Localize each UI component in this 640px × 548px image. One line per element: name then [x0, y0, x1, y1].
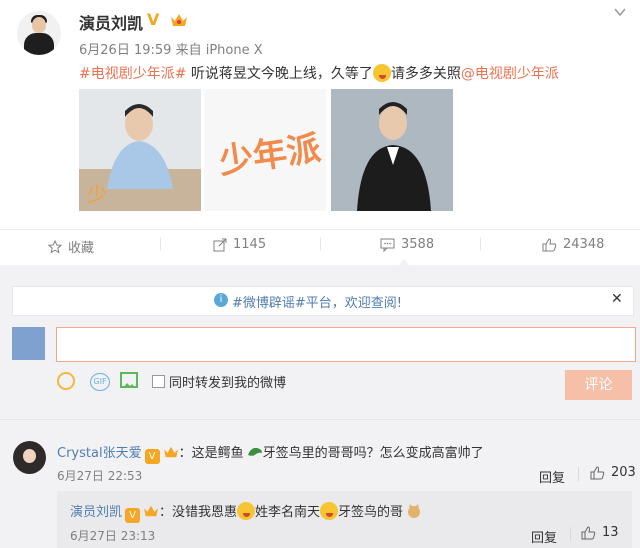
tongue-emoji-icon — [372, 64, 391, 82]
divider — [320, 237, 321, 251]
verified-icon: V — [147, 10, 160, 29]
thumbs-up-icon — [590, 465, 605, 479]
like-count: 24348 — [563, 237, 605, 252]
post-body-2: 请多多关照 — [390, 66, 461, 82]
post-image-1[interactable]: 少 — [79, 89, 201, 211]
repost-count: 1145 — [233, 237, 267, 252]
post-body-1: 听说蒋昱文今晚上线，久等了 — [186, 66, 373, 82]
crown-icon — [144, 505, 159, 517]
comment-like-button[interactable]: 203 — [590, 465, 636, 480]
crocodile-emoji-icon — [247, 447, 262, 456]
author-avatar[interactable] — [17, 11, 61, 55]
divider — [480, 237, 481, 251]
thumbs-up-icon — [542, 237, 557, 251]
post-time[interactable]: 6月26日 19:59 — [79, 43, 171, 58]
divider — [0, 419, 640, 420]
post-image-3[interactable] — [331, 89, 453, 211]
favorite-button[interactable]: 收藏 — [48, 237, 94, 256]
comment-time: 6月27日 22:53 — [57, 469, 143, 483]
comment-like-count: 203 — [611, 465, 636, 480]
rumor-notice-link[interactable]: #微博辟谣#平台，欢迎查阅! — [232, 292, 402, 311]
sub-reply-text: 演员刘凯 V ：没错我恩惠 姓李名南天 牙签鸟的哥 — [70, 501, 422, 523]
star-icon — [48, 239, 62, 254]
info-icon: i — [214, 293, 228, 307]
post-image-2-logo[interactable]: 少年派 — [204, 89, 326, 211]
submit-comment-button[interactable]: 评论 — [565, 370, 632, 400]
divider — [578, 467, 579, 481]
comment-count: 3588 — [401, 237, 435, 252]
hashtag-link[interactable]: #电视剧少年派# — [79, 66, 186, 82]
mention-link[interactable]: @电视剧少年派 — [461, 66, 559, 82]
doge-emoji-icon — [408, 504, 421, 518]
thumbs-up-icon — [581, 525, 596, 539]
chevron-down-icon[interactable] — [614, 6, 626, 18]
verified-badge-icon: V — [125, 508, 141, 523]
verified-badge-icon: V — [144, 449, 160, 464]
comment-input[interactable] — [56, 327, 636, 362]
crown-icon — [171, 14, 187, 26]
forward-label: 同时转发到我的微博 — [169, 376, 287, 391]
svg-text:少: 少 — [87, 182, 107, 206]
sub-reply-like-button[interactable]: 13 — [581, 525, 619, 540]
close-icon[interactable]: ✕ — [611, 291, 623, 307]
divider — [570, 527, 571, 541]
emoji-icon[interactable] — [57, 372, 75, 390]
my-avatar — [12, 327, 45, 360]
comment-text: Crystal张天爱 V ：这是鳄鱼 牙签鸟里的哥哥吗？怎么变成高富帅了 — [57, 446, 484, 464]
gif-icon[interactable]: GIF — [90, 373, 110, 391]
sub-reply-like-count: 13 — [602, 525, 619, 540]
sub-reply-time: 6月27日 23:13 — [70, 529, 156, 543]
reply-button[interactable]: 回复 — [539, 467, 565, 486]
grin-emoji-icon — [320, 502, 339, 520]
image-upload-icon[interactable] — [120, 372, 138, 388]
post-meta: 6月26日 19:59 来自 iPhone X — [79, 39, 263, 58]
repost-icon — [213, 238, 227, 251]
divider — [160, 237, 161, 251]
comment-icon — [380, 238, 395, 252]
favorite-label: 收藏 — [68, 241, 95, 256]
commenter-name[interactable]: Crystal张天爱 — [57, 446, 142, 461]
tongue-emoji-icon — [237, 502, 256, 520]
commenter-avatar[interactable] — [13, 441, 46, 474]
sub-reply-user[interactable]: 演员刘凯 — [70, 505, 122, 520]
post-text: #电视剧少年派# 听说蒋昱文今晚上线，久等了 请多多关照@电视剧少年派 — [79, 63, 559, 83]
like-button[interactable]: 24348 — [542, 237, 604, 252]
repost-button[interactable]: 1145 — [213, 237, 266, 252]
post-source[interactable]: iPhone X — [206, 43, 263, 58]
source-prefix: 来自 — [175, 43, 202, 58]
author-name[interactable]: 演员刘凯 — [79, 10, 143, 34]
crown-icon — [163, 446, 178, 458]
comment-button[interactable]: 3588 — [380, 237, 434, 252]
forward-checkbox[interactable] — [152, 375, 165, 388]
sub-reply-button[interactable]: 回复 — [531, 527, 557, 546]
